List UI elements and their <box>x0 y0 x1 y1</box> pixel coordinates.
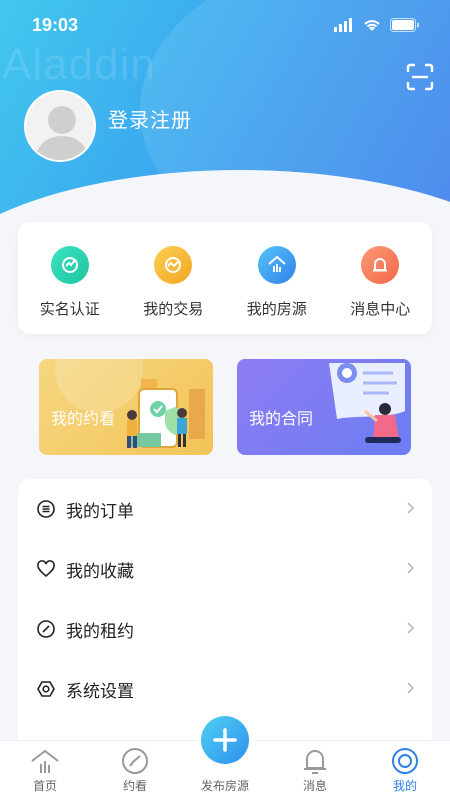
quick-link-label: 实名认证 <box>39 300 100 318</box>
tab-label: 我的 <box>392 779 417 793</box>
compass-icon <box>122 748 148 774</box>
tab-messages[interactable]: 消息 <box>270 741 360 800</box>
avatar[interactable] <box>24 90 96 162</box>
tab-viewings[interactable]: 约看 <box>90 741 180 800</box>
signal-icon <box>334 18 352 32</box>
menu-item-settings[interactable]: 系统设置 <box>18 659 432 719</box>
my-contracts-card[interactable]: 我的合同 <box>237 359 411 455</box>
tab-label: 约看 <box>122 779 147 793</box>
bell-icon <box>361 246 400 284</box>
chevron-right-icon <box>406 500 416 519</box>
profile-icon <box>392 748 418 774</box>
menu-item-leases[interactable]: 我的租约 <box>18 599 432 659</box>
my-viewings-label: 我的约看 <box>51 409 116 428</box>
chevron-right-icon <box>406 680 416 699</box>
house-icon <box>257 246 296 284</box>
quick-link-messages[interactable]: 消息中心 <box>332 246 428 319</box>
quick-link-verify[interactable]: 实名认证 <box>22 246 118 319</box>
plus-icon <box>213 728 237 752</box>
status-time: 19:03 <box>32 14 79 35</box>
menu-item-label: 我的订单 <box>66 501 134 522</box>
battery-icon <box>390 18 419 32</box>
home-icon <box>31 749 59 773</box>
settings-icon <box>36 679 56 699</box>
quick-link-house[interactable]: 我的房源 <box>229 246 325 319</box>
my-viewings-card[interactable]: 我的约看 <box>39 359 213 455</box>
trade-icon <box>154 246 193 284</box>
quick-link-label: 我的交易 <box>143 300 204 318</box>
my-contracts-label: 我的合同 <box>249 409 314 428</box>
wifi-icon <box>364 20 380 31</box>
tab-home[interactable]: 首页 <box>0 741 90 800</box>
tab-profile[interactable]: 我的 <box>360 741 450 800</box>
quick-link-label: 我的房源 <box>246 300 307 318</box>
heart-icon <box>36 559 56 579</box>
menu-item-favorites[interactable]: 我的收藏 <box>18 539 432 599</box>
menu-item-orders[interactable]: 我的订单 <box>18 479 432 539</box>
menu-list: 我的订单 我的收藏 我的租约 系统设置 <box>18 479 432 749</box>
verify-icon <box>50 246 89 284</box>
publish-listing-button[interactable] <box>201 716 249 764</box>
list-icon <box>36 499 56 519</box>
menu-item-label: 我的收藏 <box>66 561 134 582</box>
menu-item-label: 系统设置 <box>66 681 134 702</box>
tab-label: 首页 <box>32 779 57 793</box>
login-register-link[interactable]: 登录注册 <box>108 104 192 133</box>
quick-link-label: 消息中心 <box>350 300 411 318</box>
bell-icon <box>304 750 326 774</box>
clock-icon <box>36 619 56 639</box>
chevron-right-icon <box>406 620 416 639</box>
quick-link-trade[interactable]: 我的交易 <box>125 246 221 319</box>
scan-icon[interactable] <box>406 63 434 91</box>
quick-links-card: 实名认证 我的交易 我的房源 消息中心 <box>18 222 432 334</box>
chevron-right-icon <box>406 560 416 579</box>
status-bar: 19:03 <box>0 0 450 50</box>
tab-label: 消息 <box>302 779 327 793</box>
menu-item-label: 我的租约 <box>66 621 134 642</box>
tab-label: 发布房源 <box>200 779 249 793</box>
